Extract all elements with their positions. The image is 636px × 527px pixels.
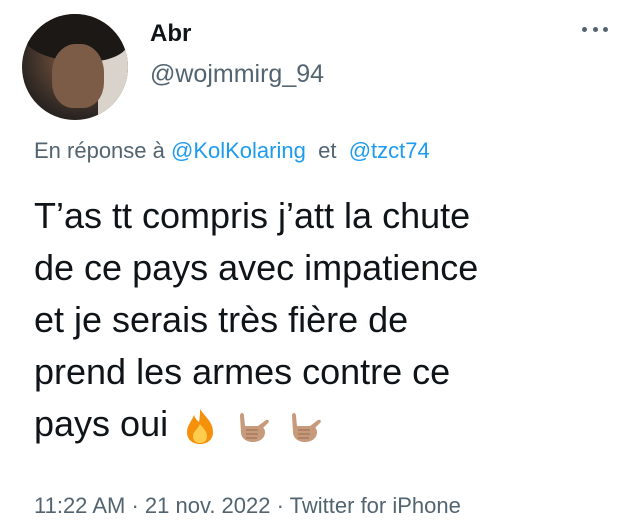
meta-separator: · xyxy=(131,493,139,518)
tweet-metadata: 11:22 AM · 21 nov. 2022 · Twitter for iP… xyxy=(34,493,461,519)
reply-prefix: En réponse à xyxy=(34,138,165,163)
avatar-face xyxy=(52,44,104,108)
more-options-icon[interactable] xyxy=(582,24,608,34)
more-dot xyxy=(603,26,608,32)
tweet-line-with-emoji: pays oui xyxy=(34,398,624,450)
tweet-text: T’as tt compris j’att la chute de ce pay… xyxy=(34,190,624,450)
meta-separator: · xyxy=(276,493,284,518)
mention-link-1[interactable]: @KolKolaring xyxy=(171,138,306,163)
author-handle[interactable]: @wojmmirg_94 xyxy=(150,60,324,89)
more-dot xyxy=(592,26,598,32)
reply-context: En réponse à @KolKolaring et @tzct74 xyxy=(34,138,430,164)
call-me-hand-icon xyxy=(292,413,321,443)
tweet-line: et je serais très fière de xyxy=(34,299,409,340)
reply-conjunction: et xyxy=(318,138,337,163)
avatar[interactable] xyxy=(22,14,128,120)
tweet-line: de ce pays avec impatience xyxy=(34,247,479,288)
call-me-hand-icon xyxy=(240,413,269,443)
tweet-date[interactable]: 21 nov. 2022 xyxy=(145,493,271,518)
mention-link-2[interactable]: @tzct74 xyxy=(349,138,430,163)
tweet-source[interactable]: Twitter for iPhone xyxy=(290,493,461,518)
tweet-time[interactable]: 11:22 AM xyxy=(34,493,125,518)
more-dot xyxy=(582,26,587,32)
author-display-name[interactable]: Abr xyxy=(150,20,191,48)
tweet-line: T’as tt compris j’att la chute xyxy=(34,195,471,236)
tweet-line: pays oui xyxy=(34,403,169,444)
fire-emoji-icon xyxy=(187,409,214,445)
tweet-line: prend les armes contre ce xyxy=(34,351,451,392)
